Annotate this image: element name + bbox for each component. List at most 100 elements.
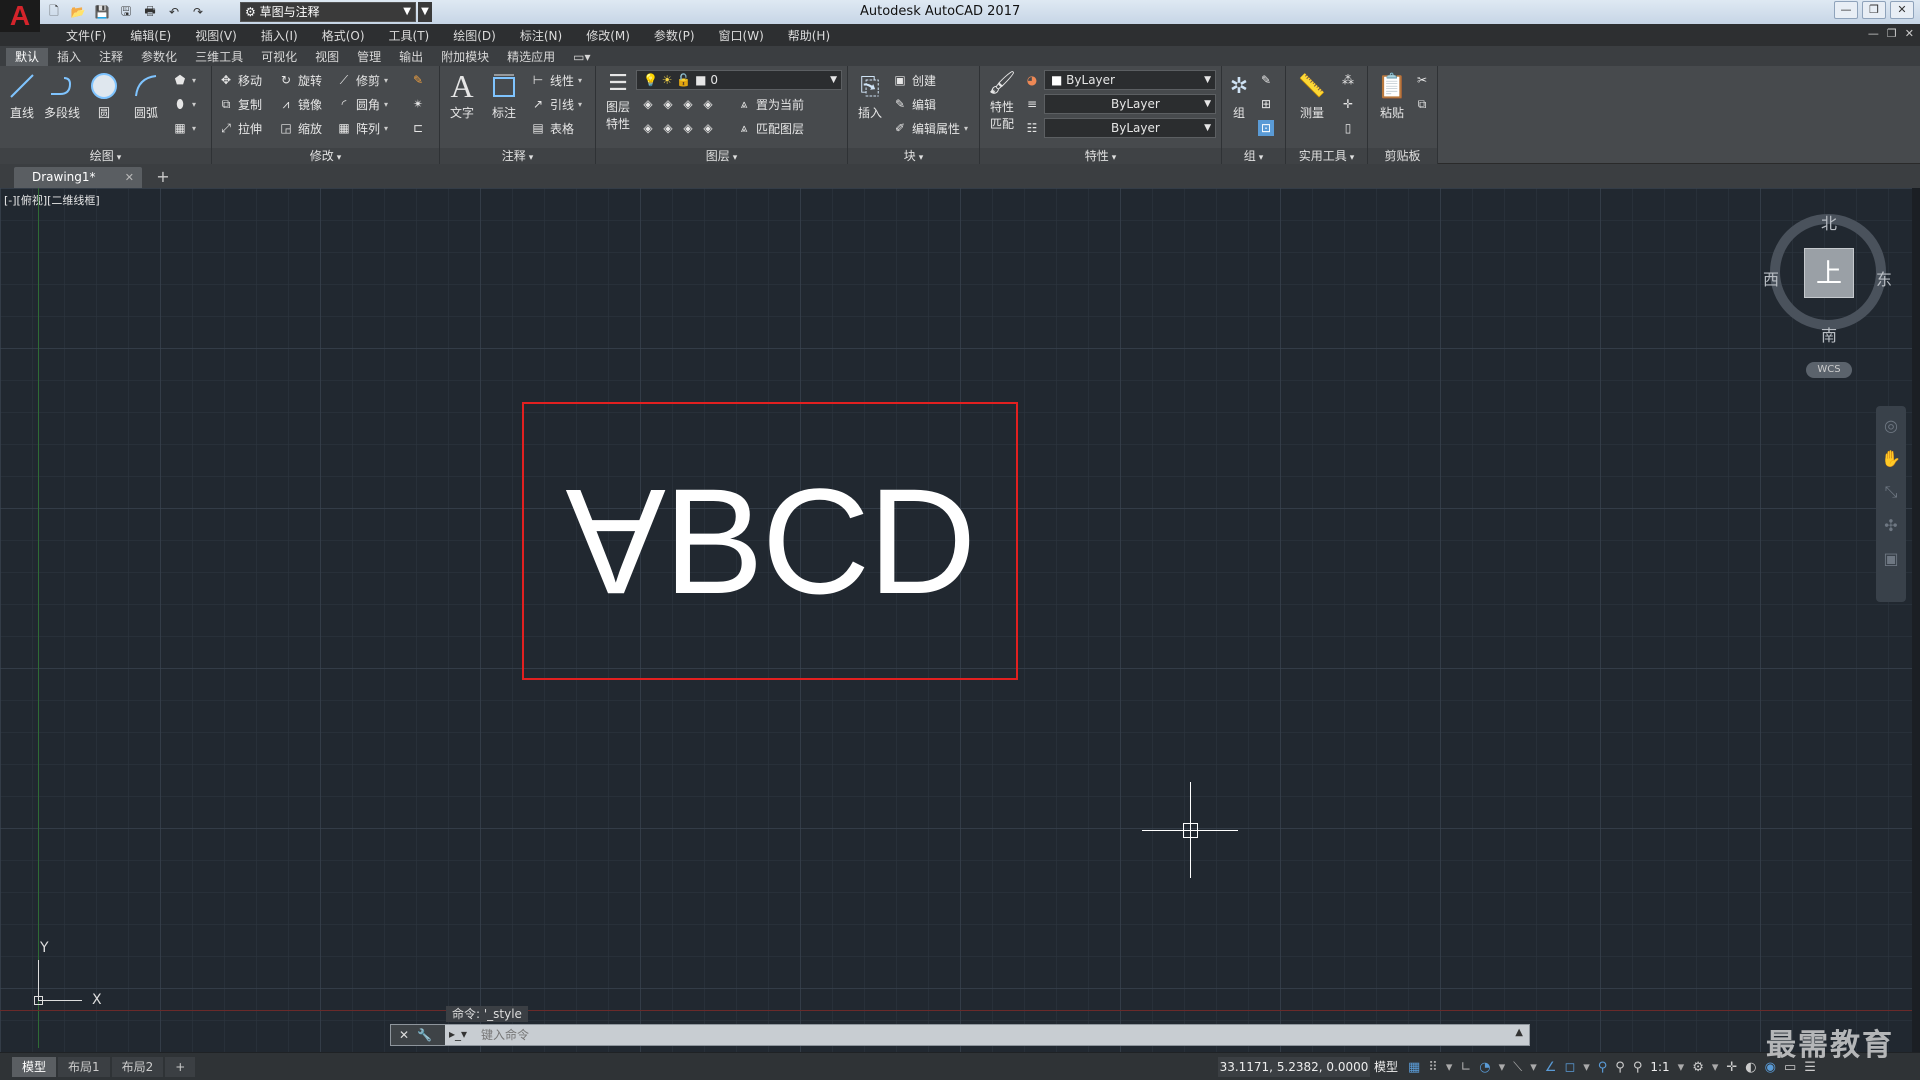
snap-icon[interactable]: ⠿ xyxy=(1428,1060,1438,1075)
tab-parametric[interactable]: 参数化 xyxy=(132,48,186,66)
command-input[interactable] xyxy=(481,1025,1501,1045)
viewcube-top-face[interactable]: 上 xyxy=(1804,248,1854,298)
command-prompt-icon[interactable]: ▸_▾ xyxy=(449,1027,467,1041)
panel-block-title[interactable]: 块 ▾ xyxy=(848,148,979,164)
menu-help[interactable]: 帮助(H) xyxy=(776,27,842,44)
close-icon[interactable]: ✕ xyxy=(125,167,134,188)
tab-visualize[interactable]: 可视化 xyxy=(252,48,306,66)
menu-draw[interactable]: 绘图(D) xyxy=(441,27,508,44)
layer-on-icon[interactable]: ◈ xyxy=(640,120,656,136)
layout-tab-model[interactable]: 模型 xyxy=(12,1057,57,1077)
chevron-down-icon[interactable]: ▾ xyxy=(1446,1060,1453,1075)
annotation-scale-icon[interactable]: ⚲ xyxy=(1633,1060,1643,1075)
menu-dimension[interactable]: 标注(N) xyxy=(508,27,574,44)
color-dropdown[interactable]: ■ ByLayer ▼ xyxy=(1044,70,1216,90)
layer-properties-button[interactable]: ☰ 图层 特性 xyxy=(598,70,638,132)
tab-output[interactable]: 输出 xyxy=(390,48,432,66)
group-edit-button[interactable]: ⊞ xyxy=(1258,94,1274,114)
doc-restore-button[interactable]: ❐ xyxy=(1887,27,1897,40)
panel-clipboard-title[interactable]: 剪贴板 xyxy=(1368,148,1437,164)
group-button[interactable]: ✲ 组 xyxy=(1224,70,1254,121)
group-select-button[interactable]: ⊡ xyxy=(1258,118,1274,138)
chevron-down-icon[interactable]: ▾ xyxy=(1530,1060,1537,1075)
menu-tools[interactable]: 工具(T) xyxy=(377,27,442,44)
layer-off-icon[interactable]: ◈ xyxy=(640,96,656,112)
drawing-rectangle[interactable]: A BCD xyxy=(522,402,1018,680)
auto-scale-icon[interactable]: ⚲ xyxy=(1615,1060,1625,1075)
rotate-button[interactable]: ↻ 旋转 xyxy=(278,70,322,90)
doc-close-button[interactable]: ✕ xyxy=(1905,27,1914,40)
showmotion-icon[interactable]: ▣ xyxy=(1883,549,1898,568)
new-icon[interactable]: 🗋 xyxy=(44,3,64,21)
open-icon[interactable]: 📂 xyxy=(68,3,88,21)
panel-groups-title[interactable]: 组 ▾ xyxy=(1222,148,1285,164)
compass-south[interactable]: 南 xyxy=(1821,322,1837,346)
table-button[interactable]: ▤ 表格 xyxy=(530,118,574,138)
redo-icon[interactable]: ↷ xyxy=(188,3,208,21)
restore-button[interactable]: ❐ xyxy=(1862,1,1886,19)
copy-button[interactable]: ⧉ 复制 xyxy=(218,94,262,114)
workspace-dropdown[interactable]: ⚙ 草图与注释 ▼ xyxy=(240,2,416,22)
layer-unisolate-icon[interactable]: ◈ xyxy=(660,120,676,136)
polyline-button[interactable]: 多段线 xyxy=(42,70,82,121)
arc-button[interactable]: 圆弧 xyxy=(126,70,166,121)
qat-customize-button[interactable]: ▼ xyxy=(418,2,432,22)
panel-layers-title[interactable]: 图层 ▾ xyxy=(596,148,847,164)
chevron-down-icon[interactable]: ▾ xyxy=(1499,1060,1506,1075)
menu-insert[interactable]: 插入(I) xyxy=(249,27,310,44)
chevron-down-icon[interactable]: ▾ xyxy=(1678,1060,1685,1075)
menu-format[interactable]: 格式(O) xyxy=(310,27,377,44)
lineweight-icon-button[interactable]: ☷ xyxy=(1024,118,1040,138)
measure-button[interactable]: 📏 测量 xyxy=(1292,70,1332,121)
hatch-button[interactable]: ▦ ▾ xyxy=(172,118,196,138)
layer-freeze-icon[interactable]: ◈ xyxy=(680,96,696,112)
drawing-canvas[interactable]: [-][俯视][二维线框] A BCD Y X 上 北 南 东 西 WCS ◎ ✋… xyxy=(0,188,1912,1052)
tab-insert[interactable]: 插入 xyxy=(48,48,90,66)
move-button[interactable]: ✥ 移动 xyxy=(218,70,262,90)
coordinates-display[interactable]: 33.1171, 5.2382, 0.0000 xyxy=(1218,1057,1370,1077)
hardware-acceleration-icon[interactable]: ◐ xyxy=(1745,1060,1756,1075)
menu-edit[interactable]: 编辑(E) xyxy=(118,27,183,44)
layer-isolate-icon[interactable]: ◈ xyxy=(660,96,676,112)
line-button[interactable]: 直线 xyxy=(2,70,42,121)
text-button[interactable]: A 文字 xyxy=(442,68,482,121)
print-icon[interactable]: 🖶 xyxy=(140,3,160,21)
chevron-up-icon[interactable]: ▲ xyxy=(1515,1027,1523,1038)
layer-unlock-icon[interactable]: ◈ xyxy=(700,120,716,136)
leader-button[interactable]: ↗ 引线 ▾ xyxy=(530,94,582,114)
save-as-icon[interactable]: 🖫 xyxy=(116,3,136,21)
trim-button[interactable]: ⟋ 修剪 ▾ xyxy=(336,70,388,90)
app-menu-button[interactable]: A xyxy=(0,0,40,32)
insert-block-button[interactable]: ⎘ 插入 xyxy=(850,70,890,121)
copy-clip-button[interactable]: ⧉ xyxy=(1414,94,1430,114)
ortho-icon[interactable]: ∟ xyxy=(1460,1060,1471,1075)
pan-icon[interactable]: ✋ xyxy=(1881,449,1901,468)
edit-attributes-button[interactable]: ✐ 编辑属性 ▾ xyxy=(892,118,968,138)
object-snap-tracking-icon[interactable]: ∠ xyxy=(1545,1060,1557,1075)
add-layout-button[interactable]: + xyxy=(165,1057,196,1077)
menu-modify[interactable]: 修改(M) xyxy=(574,27,642,44)
compass-north[interactable]: 北 xyxy=(1821,210,1837,234)
annotation-scale[interactable]: 1:1 xyxy=(1650,1060,1669,1074)
lineweight-dropdown[interactable]: ByLayer ▼ xyxy=(1044,118,1216,138)
edit-block-button[interactable]: ✎ 编辑 xyxy=(892,94,936,114)
tab-annotate[interactable]: 注释 xyxy=(90,48,132,66)
ribbon-options-button[interactable]: ▭▾ xyxy=(564,48,599,66)
chevron-down-icon[interactable]: ▾ xyxy=(1583,1060,1590,1075)
wrench-icon[interactable]: 🔧 xyxy=(417,1028,432,1042)
match-properties-button[interactable]: 🖌 特性 匹配 xyxy=(982,70,1022,132)
linetype-icon-button[interactable]: ≡ xyxy=(1024,94,1040,114)
panel-draw-title[interactable]: 绘图 ▾ xyxy=(0,148,211,164)
offset-button[interactable]: ⊏ xyxy=(410,118,426,138)
match-layer-button[interactable]: ⩓ 匹配图层 xyxy=(736,118,804,138)
model-space-toggle[interactable]: 模型 xyxy=(1374,1057,1398,1077)
cut-button[interactable]: ✂ xyxy=(1414,70,1430,90)
close-icon[interactable]: ✕ xyxy=(399,1028,409,1042)
layout-tab-layout1[interactable]: 布局1 xyxy=(58,1057,110,1077)
layer-thaw-icon[interactable]: ◈ xyxy=(680,120,696,136)
linear-dim-button[interactable]: ⊢ 线性 ▾ xyxy=(530,70,582,90)
grid-icon[interactable]: ▦ xyxy=(1408,1060,1420,1075)
scale-button[interactable]: ◲ 缩放 xyxy=(278,118,322,138)
annotation-visibility-icon[interactable]: ⚲ xyxy=(1598,1060,1608,1075)
polar-icon[interactable]: ◔ xyxy=(1479,1060,1490,1075)
